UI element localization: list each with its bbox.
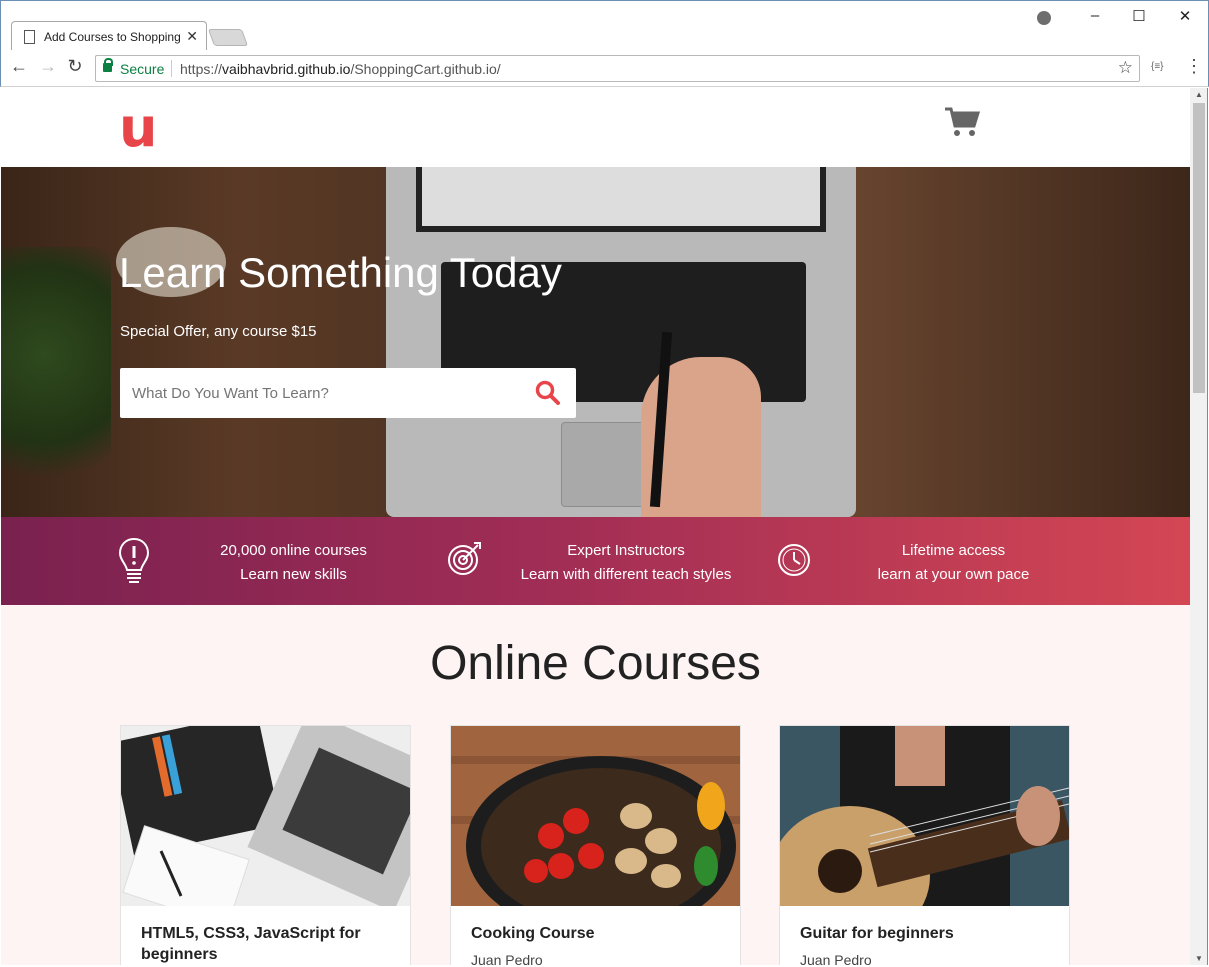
url-text[interactable]: https://vaibhavbrid.github.io/ShoppingCa…	[180, 61, 501, 77]
profile-icon[interactable]	[1037, 11, 1051, 25]
feature-access: Lifetime access learn at your own pace	[861, 539, 1046, 587]
course-card[interactable]: Cooking Course Juan Pedro	[450, 725, 741, 965]
search-icon[interactable]	[535, 380, 561, 406]
back-icon[interactable]: ←	[8, 56, 30, 77]
feature-instructors-desc: Learn with different teach styles	[520, 566, 732, 583]
clock-icon	[778, 544, 810, 576]
laptop-screen	[416, 167, 826, 232]
url-path: /ShoppingCart.github.io/	[350, 61, 501, 77]
page-viewport: u Learn Something Today Special Offer, a…	[1, 88, 1190, 965]
tab-title: Add Courses to Shopping	[44, 30, 181, 44]
course-title[interactable]: Guitar for beginners	[800, 923, 1050, 944]
url-scheme: https://	[180, 61, 223, 77]
target-icon	[448, 542, 481, 575]
close-tab-icon[interactable]: ✕	[186, 28, 198, 45]
hero-title: Learn Something Today	[119, 249, 562, 296]
browser-tab[interactable]: Add Courses to Shopping ✕	[11, 21, 207, 51]
section-title: Online Courses	[430, 637, 761, 690]
shopping-cart-icon[interactable]	[944, 106, 980, 138]
new-tab-button[interactable]	[207, 29, 249, 46]
bookmark-star-icon[interactable]: ☆	[1118, 58, 1133, 78]
course-title[interactable]: Cooking Course	[471, 923, 721, 944]
feature-courses: 20,000 online courses Learn new skills	[201, 539, 386, 587]
feature-courses-desc: Learn new skills	[240, 566, 347, 583]
course-author: Juan Pedro	[800, 952, 872, 965]
page-scrollbar[interactable]: ▲ ▼	[1190, 88, 1208, 965]
page-icon	[24, 30, 35, 44]
menu-icon[interactable]: ⋮	[1185, 56, 1203, 77]
course-image-cooking[interactable]	[451, 726, 740, 906]
url-host: vaibhavbrid.github.io	[222, 61, 351, 77]
hero-subtitle: Special Offer, any course $15	[120, 323, 317, 340]
lightbulb-icon	[118, 537, 150, 583]
browser-titlebar: Add Courses to Shopping ✕ – ☐ ✕	[0, 0, 1209, 51]
course-card[interactable]: Guitar for beginners Juan Pedro	[779, 725, 1070, 965]
search-form	[120, 368, 576, 418]
scroll-down-icon[interactable]: ▼	[1195, 954, 1203, 963]
scroll-thumb[interactable]	[1193, 103, 1205, 393]
feature-courses-title: 20,000 online courses	[220, 542, 367, 559]
plant-decoration	[1, 247, 111, 517]
feature-instructors: Expert Instructors Learn with different …	[511, 539, 741, 587]
feature-access-desc: learn at your own pace	[877, 566, 1030, 583]
reload-icon[interactable]: ↻	[64, 56, 86, 77]
feature-access-title: Lifetime access	[901, 542, 1006, 559]
divider	[171, 60, 172, 77]
browser-toolbar: ← → ↻ Secure https://vaibhavbrid.github.…	[0, 50, 1209, 87]
close-window-icon[interactable]: ✕	[1175, 7, 1195, 25]
site-logo[interactable]: u	[119, 96, 157, 159]
search-input[interactable]	[130, 368, 520, 418]
course-card[interactable]: HTML5, CSS3, JavaScript for beginners	[120, 725, 411, 965]
lock-icon	[103, 58, 113, 72]
extension-icon[interactable]: {≡}	[1151, 61, 1164, 72]
laptop-image	[386, 167, 856, 517]
scroll-up-icon[interactable]: ▲	[1195, 90, 1203, 99]
hero-banner: Learn Something Today Special Offer, any…	[1, 167, 1190, 517]
course-image-laptop[interactable]	[121, 726, 410, 906]
maximize-icon[interactable]: ☐	[1129, 7, 1149, 25]
course-title[interactable]: HTML5, CSS3, JavaScript for beginners	[141, 923, 391, 965]
course-author: Juan Pedro	[471, 952, 543, 965]
address-bar[interactable]: Secure https://vaibhavbrid.github.io/Sho…	[95, 55, 1140, 82]
course-image-guitar[interactable]	[780, 726, 1069, 906]
features-bar: 20,000 online courses Learn new skills E…	[1, 517, 1190, 605]
site-header: u	[1, 88, 1190, 167]
minimize-icon[interactable]: –	[1085, 7, 1105, 24]
feature-instructors-title: Expert Instructors	[567, 542, 685, 559]
secure-label: Secure	[120, 61, 165, 77]
forward-icon[interactable]: →	[37, 56, 59, 77]
